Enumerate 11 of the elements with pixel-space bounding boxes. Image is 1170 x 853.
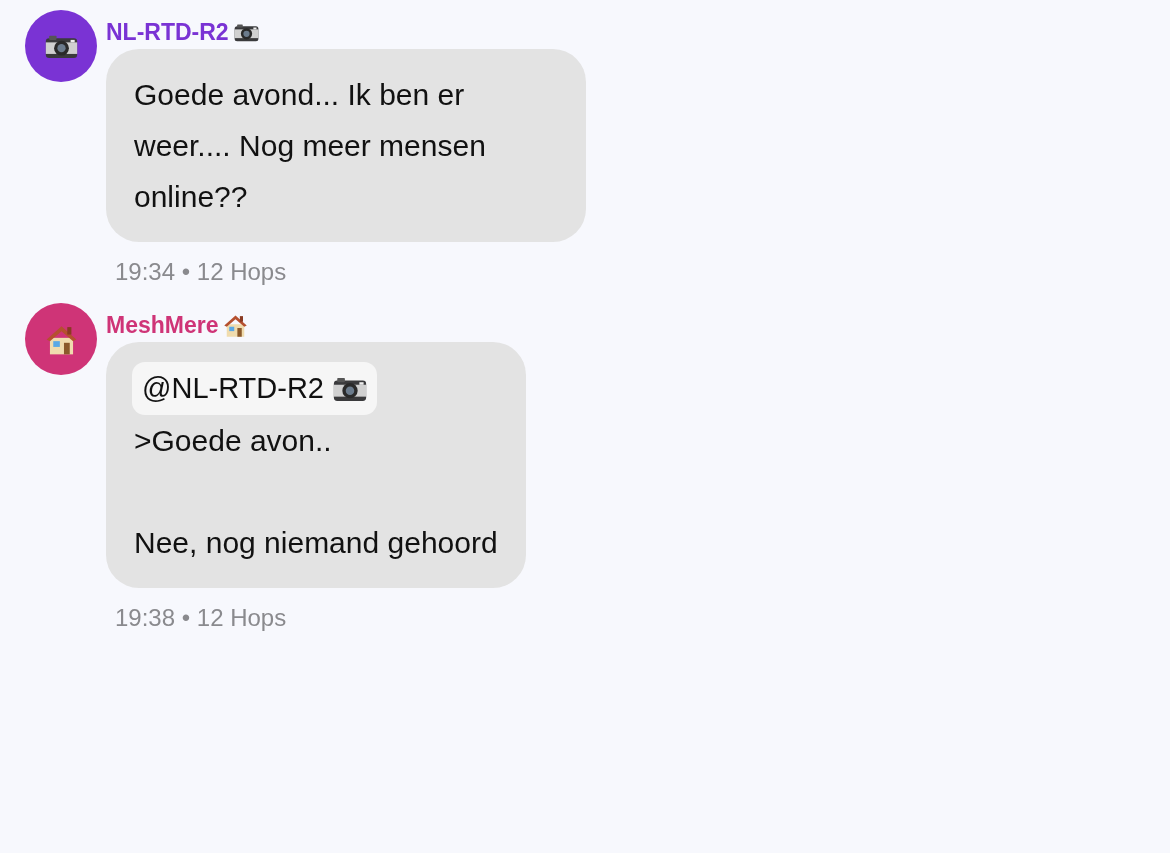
message-text: Goede avond... Ik ben er weer.... Nog meer mensen online?? (134, 77, 487, 215)
camera-icon (233, 23, 259, 42)
mention-chip[interactable]: @NL-RTD-R2 (132, 362, 377, 415)
message-meta: 19:34 • 12 Hops (115, 257, 288, 287)
message-text: >Goede avon.. Nee, nog niemand gehoord (134, 423, 498, 561)
sender-name[interactable]: NL-RTD-R2 (106, 19, 229, 46)
sender-name[interactable]: MeshMere (106, 312, 219, 339)
house-icon (223, 313, 249, 338)
camera-icon (333, 375, 367, 402)
camera-icon (44, 33, 78, 59)
message-meta: 19:38 • 12 Hops (115, 603, 288, 633)
